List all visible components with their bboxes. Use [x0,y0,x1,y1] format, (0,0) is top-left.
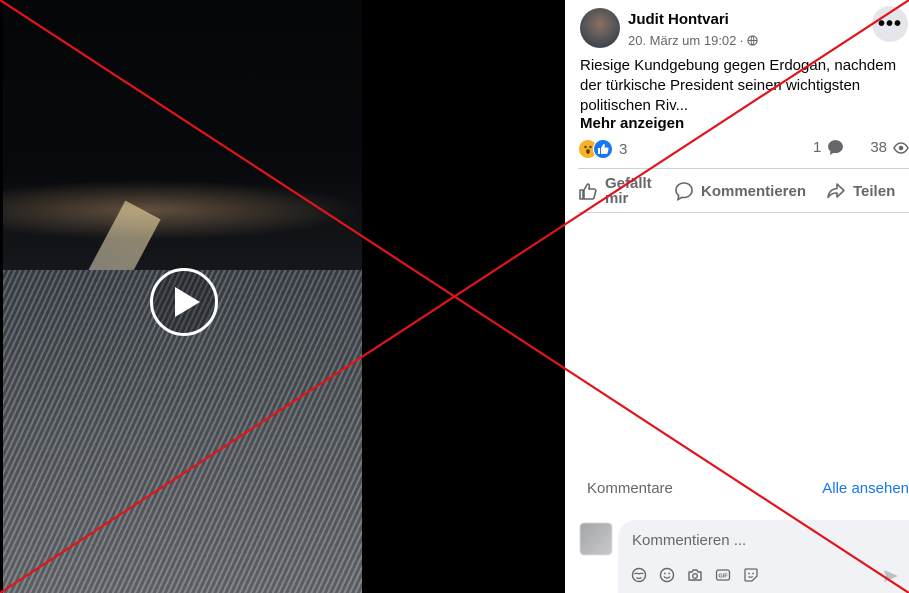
author-name[interactable]: Judit Hontvari [628,11,729,28]
play-icon [175,287,200,317]
divider-top [578,168,909,169]
comment-label: Kommentieren [701,182,807,200]
reaction-count: 3 [619,140,628,158]
commenter-avatar [580,523,612,555]
post-text: Riesige Kundgebung gegen Erdogan, nachde… [580,57,897,114]
see-more-link[interactable]: Mehr anzeigen [580,115,684,132]
more-options-button[interactable]: ••• [872,6,908,42]
share-arrow-icon [827,183,845,199]
more-options-icon: ••• [877,13,902,35]
camera-icon[interactable] [686,566,704,584]
author-avatar[interactable] [580,8,620,48]
gif-icon[interactable]: GIF [714,566,732,584]
reactions-summary[interactable]: 3 [578,139,627,159]
meta-separator: · [739,33,744,48]
view-count: 38 [870,139,887,156]
video-thumbnail[interactable] [3,0,362,593]
city-lights [3,180,362,240]
sticker-icon[interactable] [742,566,760,584]
divider-bottom [578,212,909,213]
post-stats: 1 38 [813,139,909,156]
eye-icon [893,141,909,154]
media-area [0,0,565,593]
like-button[interactable]: Gefällt mir [578,176,664,206]
thumb-up-icon [579,183,597,200]
share-button[interactable]: Teilen [826,181,895,201]
globe-icon [747,35,758,46]
comment-outline-icon [675,182,693,201]
post-meta: 20. März um 19:02 · [628,33,758,48]
comments-heading: Kommentare [587,480,673,497]
see-all-comments-link[interactable]: Alle ansehen [822,480,909,497]
post-date[interactable]: 20. März um 19:02 [628,33,736,48]
comment-button[interactable]: Kommentieren [674,181,814,201]
comment-count[interactable]: 1 [813,139,821,156]
send-icon[interactable] [883,568,899,589]
comment-composer: GIF [618,520,909,593]
share-label: Teilen [853,182,896,200]
composer-tools: GIF [630,566,760,584]
svg-text:GIF: GIF [718,573,728,579]
like-label: Gefällt mir [605,175,652,207]
like-reaction-icon [593,139,613,159]
comment-bubble-icon [828,140,844,155]
play-button[interactable] [150,268,218,336]
avatar-sticker-icon[interactable] [630,566,648,584]
comment-input[interactable] [630,531,894,550]
action-bar: Gefällt mir Kommentieren Teilen [578,170,909,212]
post-panel: Judit Hontvari 20. März um 19:02 · ••• R… [565,0,909,593]
emoji-icon[interactable] [658,566,676,584]
